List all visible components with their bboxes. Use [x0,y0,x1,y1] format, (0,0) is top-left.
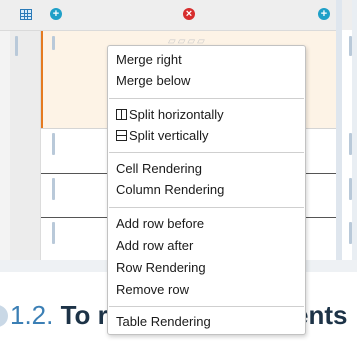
split-vertical-icon [116,130,127,141]
menu-split-vertically[interactable]: Split vertically [116,126,208,146]
menu-divider [109,306,304,307]
menu-row-rendering[interactable]: Row Rendering [116,258,206,278]
menu-divider [109,152,304,153]
menu-table-rendering[interactable]: Table Rendering [116,312,211,332]
scrollbar-track[interactable] [352,0,357,270]
menu-split-vertically-label: Split vertically [129,128,209,143]
menu-column-rendering[interactable]: Column Rendering [116,180,224,200]
table-grid-icon[interactable] [20,9,32,20]
heading-marker [0,305,8,327]
column-toolbar: + × + [0,0,357,31]
menu-cell-rendering[interactable]: Cell Rendering [116,159,202,179]
menu-divider [109,98,304,99]
left-margin [0,0,10,270]
cell-drag-handle[interactable] [349,222,352,244]
add-column-right-button[interactable]: + [318,8,330,20]
menu-add-row-before[interactable]: Add row before [116,214,204,234]
menu-split-horizontally[interactable]: Split horizontally [116,105,224,125]
cell-drag-handle[interactable] [52,133,55,155]
menu-add-row-after[interactable]: Add row after [116,236,193,256]
split-horizontal-icon [116,109,127,120]
add-column-left-button[interactable]: + [50,8,62,20]
row-drag-handle[interactable] [15,36,18,56]
cell-drag-handle[interactable] [52,222,55,244]
heading-text: To r [60,300,108,330]
section-heading: 1.2. To r ents [0,300,347,331]
cell-drag-handle[interactable] [52,36,55,50]
cell-drag-handle[interactable] [349,178,352,200]
menu-split-horizontally-label: Split horizontally [129,107,224,122]
menu-divider [109,207,304,208]
context-menu: Merge right Merge below Split horizontal… [107,45,306,335]
menu-merge-below[interactable]: Merge below [116,71,190,91]
menu-merge-right[interactable]: Merge right [116,50,182,70]
remove-column-button[interactable]: × [183,8,195,20]
heading-number: 1.2. [10,300,54,330]
menu-remove-row[interactable]: Remove row [116,280,189,300]
cell-drag-handle[interactable] [349,133,352,155]
cell-drag-handle[interactable] [52,178,55,200]
cell-drag-handle[interactable] [349,36,352,56]
